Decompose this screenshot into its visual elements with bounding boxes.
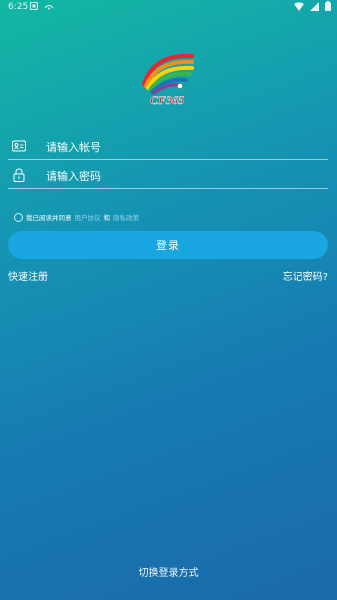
- lock-icon: [13, 168, 25, 182]
- logo-text: CF365: [150, 93, 184, 107]
- agree-radio[interactable]: [14, 212, 23, 222]
- account-input[interactable]: [44, 136, 318, 158]
- status-time: 6:25: [8, 2, 29, 12]
- id-card-icon: [12, 140, 26, 152]
- forgot-password-link[interactable]: 忘记密码?: [283, 268, 328, 283]
- password-input[interactable]: [44, 165, 318, 187]
- signal-icon: [310, 1, 319, 11]
- battery-icon: [325, 1, 331, 11]
- notification-icon: [30, 2, 38, 10]
- login-button[interactable]: 登录: [8, 231, 328, 259]
- wifi-icon: [294, 1, 304, 11]
- agreement-prefix: 我已阅读并同意: [26, 214, 72, 222]
- account-field[interactable]: [8, 131, 328, 160]
- cast-icon: [44, 5, 54, 10]
- password-field[interactable]: [8, 160, 328, 189]
- status-bar: 6:25: [0, 0, 337, 14]
- quick-register-link[interactable]: 快速注册: [8, 268, 48, 283]
- user-agreement-link[interactable]: 用户协议: [75, 212, 101, 222]
- privacy-policy-link[interactable]: 隐私政策: [113, 212, 139, 222]
- app-logo: CF365: [134, 48, 200, 108]
- agreement-row: 我已阅读并同意 用户协议 和 隐私政策: [14, 211, 139, 223]
- switch-login-method-link[interactable]: 切换登录方式: [0, 564, 337, 579]
- agreement-conjunction: 和: [103, 214, 111, 222]
